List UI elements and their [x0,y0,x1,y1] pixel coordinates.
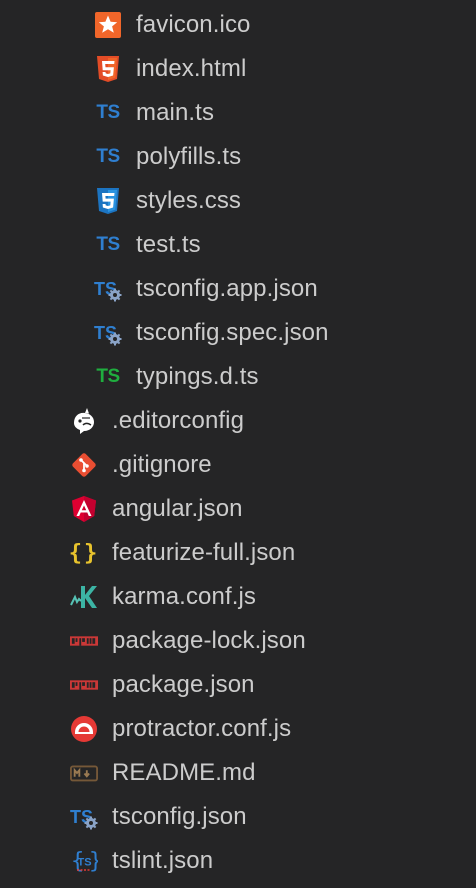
file-item-editorconfig[interactable]: .editorconfig [0,399,476,443]
svg-text:TS: TS [78,857,92,869]
file-label: karma.conf.js [112,583,257,610]
file-item-readme-md[interactable]: README.md [0,751,476,795]
file-item-package-lock-json[interactable]: package-lock.json [0,619,476,663]
css3-icon [94,187,122,215]
file-label: .gitignore [112,451,212,478]
file-item-tsconfig-app-json[interactable]: TS tsconfig.app.json [0,267,476,311]
file-label: tsconfig.app.json [136,275,318,302]
file-item-protractor-conf-js[interactable]: protractor.conf.js [0,707,476,751]
file-label: polyfills.ts [136,143,242,170]
html5-icon [94,55,122,83]
file-item-main-ts[interactable]: TS main.ts [0,91,476,135]
file-label: tsconfig.json [112,803,247,830]
file-label: main.ts [136,99,215,126]
typescript-definition-icon: TS [96,366,120,387]
file-item-test-ts[interactable]: TS test.ts [0,223,476,267]
typescript-icon: TS [96,146,120,167]
file-label: tslint.json [112,847,214,874]
favicon-star-icon [94,11,122,39]
file-label: README.md [112,759,256,786]
file-item-favicon-ico[interactable]: favicon.ico [0,3,476,47]
editorconfig-icon [70,407,98,435]
file-label: index.html [136,55,247,82]
angular-icon [70,495,98,523]
file-label: angular.json [112,495,243,522]
file-label: favicon.ico [136,11,251,38]
tsconfig-icon: TS [94,275,122,303]
file-item-tslint-json[interactable]: { } TS tslint.json [0,839,476,883]
tslint-icon: { } TS [70,847,98,875]
npm-icon [70,627,98,655]
file-explorer: favicon.ico index.html TS main.ts TS pol… [0,0,476,888]
file-item-typings-d-ts[interactable]: TS typings.d.ts [0,355,476,399]
file-label: protractor.conf.js [112,715,292,742]
tsconfig-icon: TS [94,319,122,347]
protractor-icon [70,715,98,743]
markdown-icon [70,759,98,787]
file-label: .editorconfig [112,407,245,434]
typescript-icon: TS [96,102,120,123]
file-label: styles.css [136,187,242,214]
file-item-package-json[interactable]: package.json [0,663,476,707]
file-label: featurize-full.json [112,539,296,566]
file-label: package-lock.json [112,627,306,654]
git-icon [70,451,98,479]
file-item-tsconfig-json[interactable]: TS tsconfig.json [0,795,476,839]
file-label: tsconfig.spec.json [136,319,329,346]
file-item-polyfills-ts[interactable]: TS polyfills.ts [0,135,476,179]
file-label: typings.d.ts [136,363,259,390]
file-item-karma-conf-js[interactable]: karma.conf.js [0,575,476,619]
npm-icon [70,671,98,699]
json-braces-icon: {} [68,540,100,566]
file-label: test.ts [136,231,201,258]
file-item-index-html[interactable]: index.html [0,47,476,91]
typescript-icon: TS [96,234,120,255]
file-item-gitignore[interactable]: .gitignore [0,443,476,487]
tsconfig-icon: TS [70,803,98,831]
file-item-angular-json[interactable]: angular.json [0,487,476,531]
file-item-tsconfig-spec-json[interactable]: TS tsconfig.spec.json [0,311,476,355]
file-item-styles-css[interactable]: styles.css [0,179,476,223]
file-label: package.json [112,671,255,698]
karma-icon [70,583,98,611]
file-item-featurize-full-json[interactable]: {} featurize-full.json [0,531,476,575]
